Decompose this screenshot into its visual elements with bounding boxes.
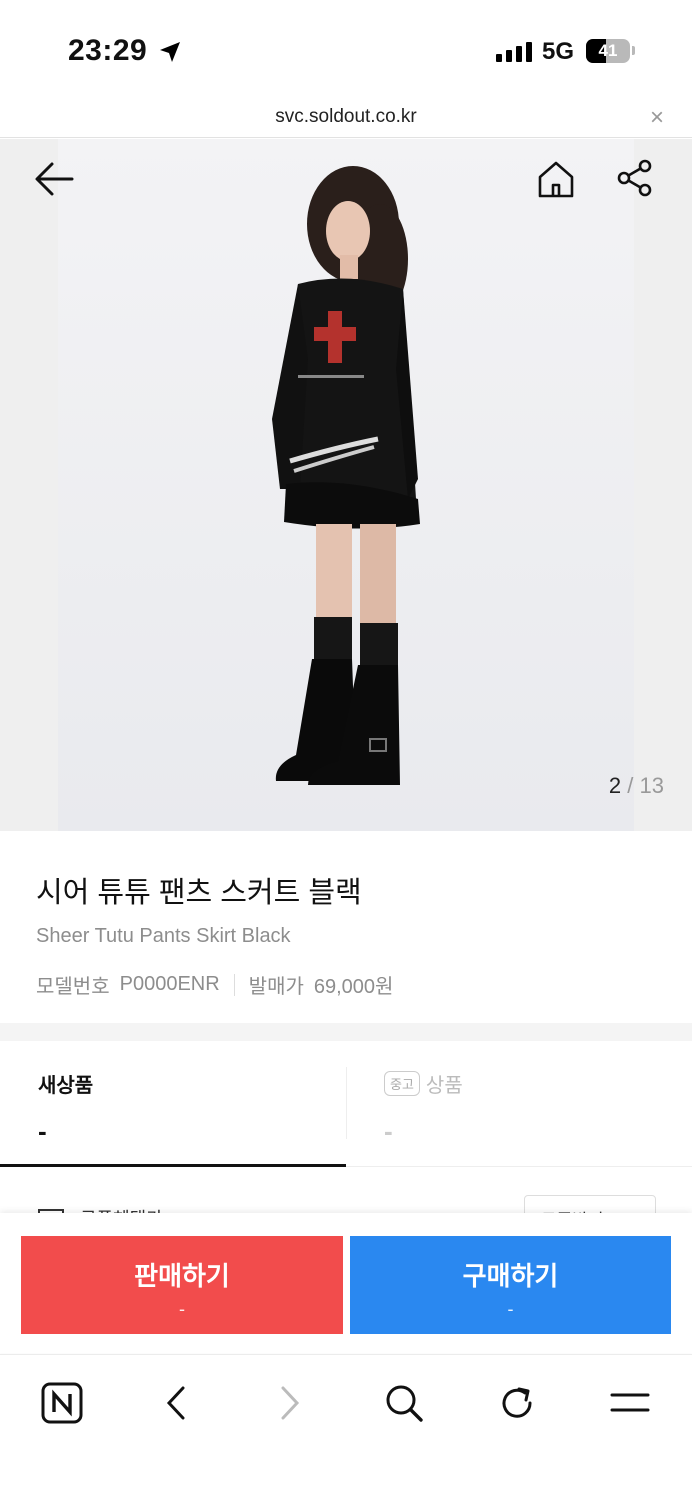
menu-icon[interactable]	[602, 1375, 658, 1431]
product-info: 시어 튜튜 팬츠 스커트 블랙 Sheer Tutu Pants Skirt B…	[0, 831, 692, 1023]
close-icon[interactable]: ×	[650, 104, 664, 132]
product-title-en: Sheer Tutu Pants Skirt Black	[36, 925, 291, 947]
used-chip: 중고	[384, 1071, 420, 1096]
clock: 23:29	[68, 34, 148, 67]
gallery-current: 2	[608, 773, 622, 798]
product-meta: 모델번호 P0000ENR 발매가 69,000원	[36, 970, 656, 999]
product-title-ko: 시어 튜튜 팬츠 스커트 블랙	[36, 877, 362, 909]
network-type: 5G	[542, 38, 575, 65]
tab-used-product[interactable]: 중고 상품 -	[346, 1041, 692, 1167]
gallery-separator: /	[627, 773, 634, 798]
url-text[interactable]: svc.soldout.co.kr	[0, 106, 692, 128]
tab-new-price: -	[38, 1116, 47, 1146]
sell-label: 판매하기	[134, 1261, 230, 1291]
location-arrow-icon	[160, 42, 180, 62]
action-bar: 판매하기 - 구매하기 -	[0, 1213, 692, 1353]
back-arrow-icon[interactable]	[34, 161, 74, 197]
browser-toolbar	[0, 1354, 692, 1500]
tab-new-label: 새상품	[38, 1075, 94, 1097]
search-icon[interactable]	[376, 1375, 432, 1431]
buy-price: -	[507, 1299, 514, 1319]
signal-icon	[496, 42, 532, 62]
model-photo	[272, 166, 420, 785]
meta-divider	[233, 973, 235, 996]
buy-label: 구매하기	[462, 1261, 559, 1291]
naver-icon[interactable]	[34, 1375, 90, 1431]
gallery-total: 13	[639, 773, 664, 798]
release-price: 69,000원	[313, 976, 394, 998]
back-icon[interactable]	[148, 1375, 204, 1431]
home-icon[interactable]	[536, 159, 576, 199]
battery-level: 41	[598, 41, 618, 60]
tab-new-product[interactable]: 새상품 -	[0, 1041, 346, 1167]
status-bar: 23:29 5G 41	[0, 0, 692, 100]
tab-used-price: -	[384, 1116, 393, 1146]
coupon-row: 쿠폰혜택가 쿠폰받기 ↓	[0, 1167, 692, 1235]
share-icon[interactable]	[616, 159, 654, 197]
product-image-gallery[interactable]: 2 / 13	[0, 139, 692, 831]
model-number: P0000ENR	[119, 973, 220, 995]
url-bar[interactable]: svc.soldout.co.kr ×	[0, 100, 692, 138]
tab-used-label: 상품	[425, 1075, 463, 1097]
forward-icon[interactable]	[262, 1375, 318, 1431]
product-image	[58, 139, 634, 831]
release-label: 발매가	[248, 976, 304, 998]
model-label: 모델번호	[36, 976, 110, 998]
sell-price: -	[179, 1299, 185, 1319]
sell-button[interactable]: 판매하기 -	[21, 1236, 343, 1334]
gallery-counter: 2 / 13	[609, 773, 664, 799]
buy-button[interactable]: 구매하기 -	[350, 1236, 671, 1334]
reload-icon[interactable]	[489, 1375, 545, 1431]
section-divider	[0, 1023, 692, 1041]
battery-icon: 41	[586, 39, 630, 63]
condition-tabs: 새상품 - 중고 상품 -	[0, 1041, 692, 1167]
